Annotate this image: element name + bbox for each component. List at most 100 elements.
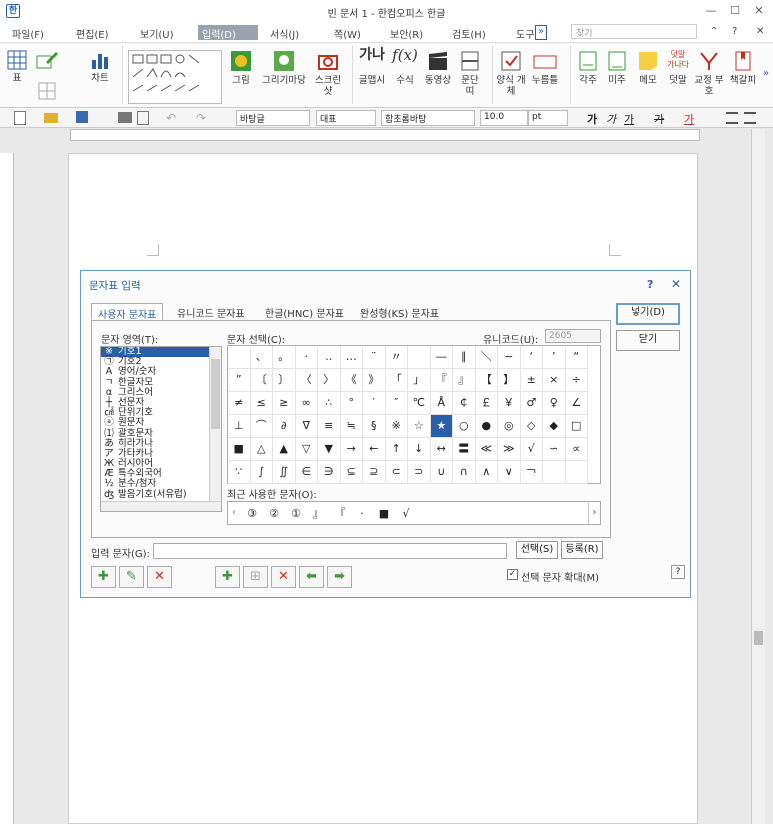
char-cell[interactable]: Å [430,392,453,415]
scrollbar-thumb[interactable] [754,631,763,645]
char-cell[interactable]: □ [565,415,588,438]
char-cell[interactable]: 【 [475,369,498,392]
menu-review[interactable]: 검토(H) [448,25,490,41]
char-cell[interactable]: ♀ [543,392,566,415]
char-cell[interactable]: ‘ [520,346,543,369]
close-dialog-button[interactable]: 닫기 [616,330,680,351]
char-cell[interactable]: ≥ [273,392,296,415]
char-cell[interactable]: 】 [498,369,521,392]
restore-button[interactable]: ☐ [724,3,746,19]
menu-search-input[interactable]: 찾기 [571,24,697,39]
char-cell[interactable]: ″ [385,392,408,415]
recent-char[interactable]: ③ [242,504,262,523]
char-cell[interactable]: 。 [273,346,296,369]
expand-checkbox[interactable]: ✓ [507,569,518,580]
char-cell[interactable]: ■ [228,438,251,461]
char-cell[interactable]: ­ [408,346,431,369]
menu-page[interactable]: 쪽(W) [330,25,365,41]
dialog-help-button[interactable]: ? [671,565,685,579]
char-cell[interactable]: ∈ [295,461,318,484]
input-chars-field[interactable] [153,543,507,559]
char-cell[interactable]: ￥ [498,392,521,415]
memo-button[interactable]: 메모 [634,50,662,86]
char-cell[interactable]: … [340,346,363,369]
char-cell[interactable]: ⊃ [408,461,431,484]
recent-next-icon[interactable]: › [588,502,600,524]
char-cell[interactable]: ∞ [295,392,318,415]
menu-insert[interactable]: 입력(D) [198,25,258,41]
char-cell[interactable]: ∥ [453,346,476,369]
area-list-hscrollbar[interactable] [101,501,221,511]
redo-icon[interactable]: ↷ [196,111,206,125]
insert-button[interactable]: 넣기(D) [616,303,680,325]
tab-unicode-charmap[interactable]: 유니코드 문자표 [171,303,251,320]
delete-charset-icon[interactable]: ✕ [147,566,172,588]
char-cell[interactable]: ∠ [565,392,588,415]
char-cell[interactable]: ← [363,438,386,461]
edit-charset-icon[interactable]: ✎ [119,566,144,588]
video-button[interactable]: 동영상 [422,50,454,86]
char-cell[interactable]: ※ [385,415,408,438]
char-cell[interactable]: ◇ [520,415,543,438]
char-cell[interactable]: ⊇ [363,461,386,484]
char-cell[interactable]: · [295,346,318,369]
char-cell[interactable]: ≫ [498,438,521,461]
char-cell[interactable]: ♂ [520,392,543,415]
char-cell[interactable]: ∧ [475,461,498,484]
char-cell[interactable]: ± [520,369,543,392]
picture-button[interactable]: 그림 [228,50,254,86]
help-icon[interactable]: ? [728,25,741,40]
recent-char[interactable]: √ [396,504,416,523]
char-cell[interactable]: ★ [430,415,453,438]
char-cell[interactable]: ∩ [453,461,476,484]
paragraph-band-button[interactable]: 문단띠 [458,50,482,97]
char-cell[interactable]: 〈 [295,369,318,392]
menu-overflow-icon[interactable]: » [535,25,548,40]
char-cell[interactable]: △ [250,438,273,461]
char-cell[interactable]: ° [340,392,363,415]
char-cell[interactable]: ∨ [498,461,521,484]
char-cell[interactable]: ◎ [498,415,521,438]
area-list-item[interactable]: ʤ 발음기호(서유럽) [101,489,221,500]
char-cell[interactable]: ￡ [475,392,498,415]
char-cell[interactable]: 『 [430,369,453,392]
vertical-ruler[interactable] [0,153,14,824]
proofread-button[interactable]: 교정 부호 [694,50,724,97]
footnote-button[interactable]: 각주 [575,50,601,86]
drawing-mart-button[interactable]: 그리기마당 [258,50,310,86]
font-select[interactable]: 함초롬바탕 [381,110,475,126]
char-cell[interactable]: ¨ [363,346,386,369]
new-document-icon[interactable] [14,111,26,125]
char-cell[interactable]: ÷ [565,369,588,392]
char-cell[interactable]: 』 [453,369,476,392]
tab-user-charmap[interactable]: 사용자 문자표 [91,303,164,321]
char-cell[interactable]: ↑ [385,438,408,461]
char-cell[interactable]: ☆ [408,415,431,438]
menu-format[interactable]: 서식(J) [266,25,303,41]
italic-button[interactable]: 가 [606,111,616,127]
area-list-scrollbar[interactable] [209,347,221,501]
char-cell[interactable]: ⊆ [340,461,363,484]
char-cell[interactable]: ▲ [273,438,296,461]
char-cell[interactable]: → [340,438,363,461]
char-cell[interactable]: ○ [453,415,476,438]
move-right-icon[interactable]: ➡ [327,566,352,588]
print-icon[interactable] [118,112,132,123]
align-justify-icon[interactable] [726,112,738,124]
char-cell[interactable]: ∇ [295,415,318,438]
unit-select[interactable]: pt [528,110,568,126]
table-button[interactable]: 표 [6,50,28,84]
tab-ks-charmap[interactable]: 완성형(KS) 문자표 [354,303,445,320]
char-cell[interactable]: 《 [340,369,363,392]
char-cell[interactable]: 〔 [250,369,273,392]
menu-view[interactable]: 보기(U) [136,25,178,41]
char-cell[interactable]: ― [430,346,453,369]
form-object-button[interactable]: 양식 개체 [496,50,526,97]
language-select[interactable]: 대표 [316,110,376,126]
char-cell[interactable]: ” [228,369,251,392]
add-char-icon[interactable]: ✚ [215,566,240,588]
char-cell[interactable]: 〓 [453,438,476,461]
char-grid[interactable]: 、。·‥…¨〃­―∥＼∼‘’“ ”〔〕〈〉《》「」『』【】±×÷ ≠≤≥∞∴°′″℃… [227,345,601,484]
menu-close-icon[interactable]: ✕ [752,25,768,40]
endnote-button[interactable]: 미주 [604,50,630,86]
